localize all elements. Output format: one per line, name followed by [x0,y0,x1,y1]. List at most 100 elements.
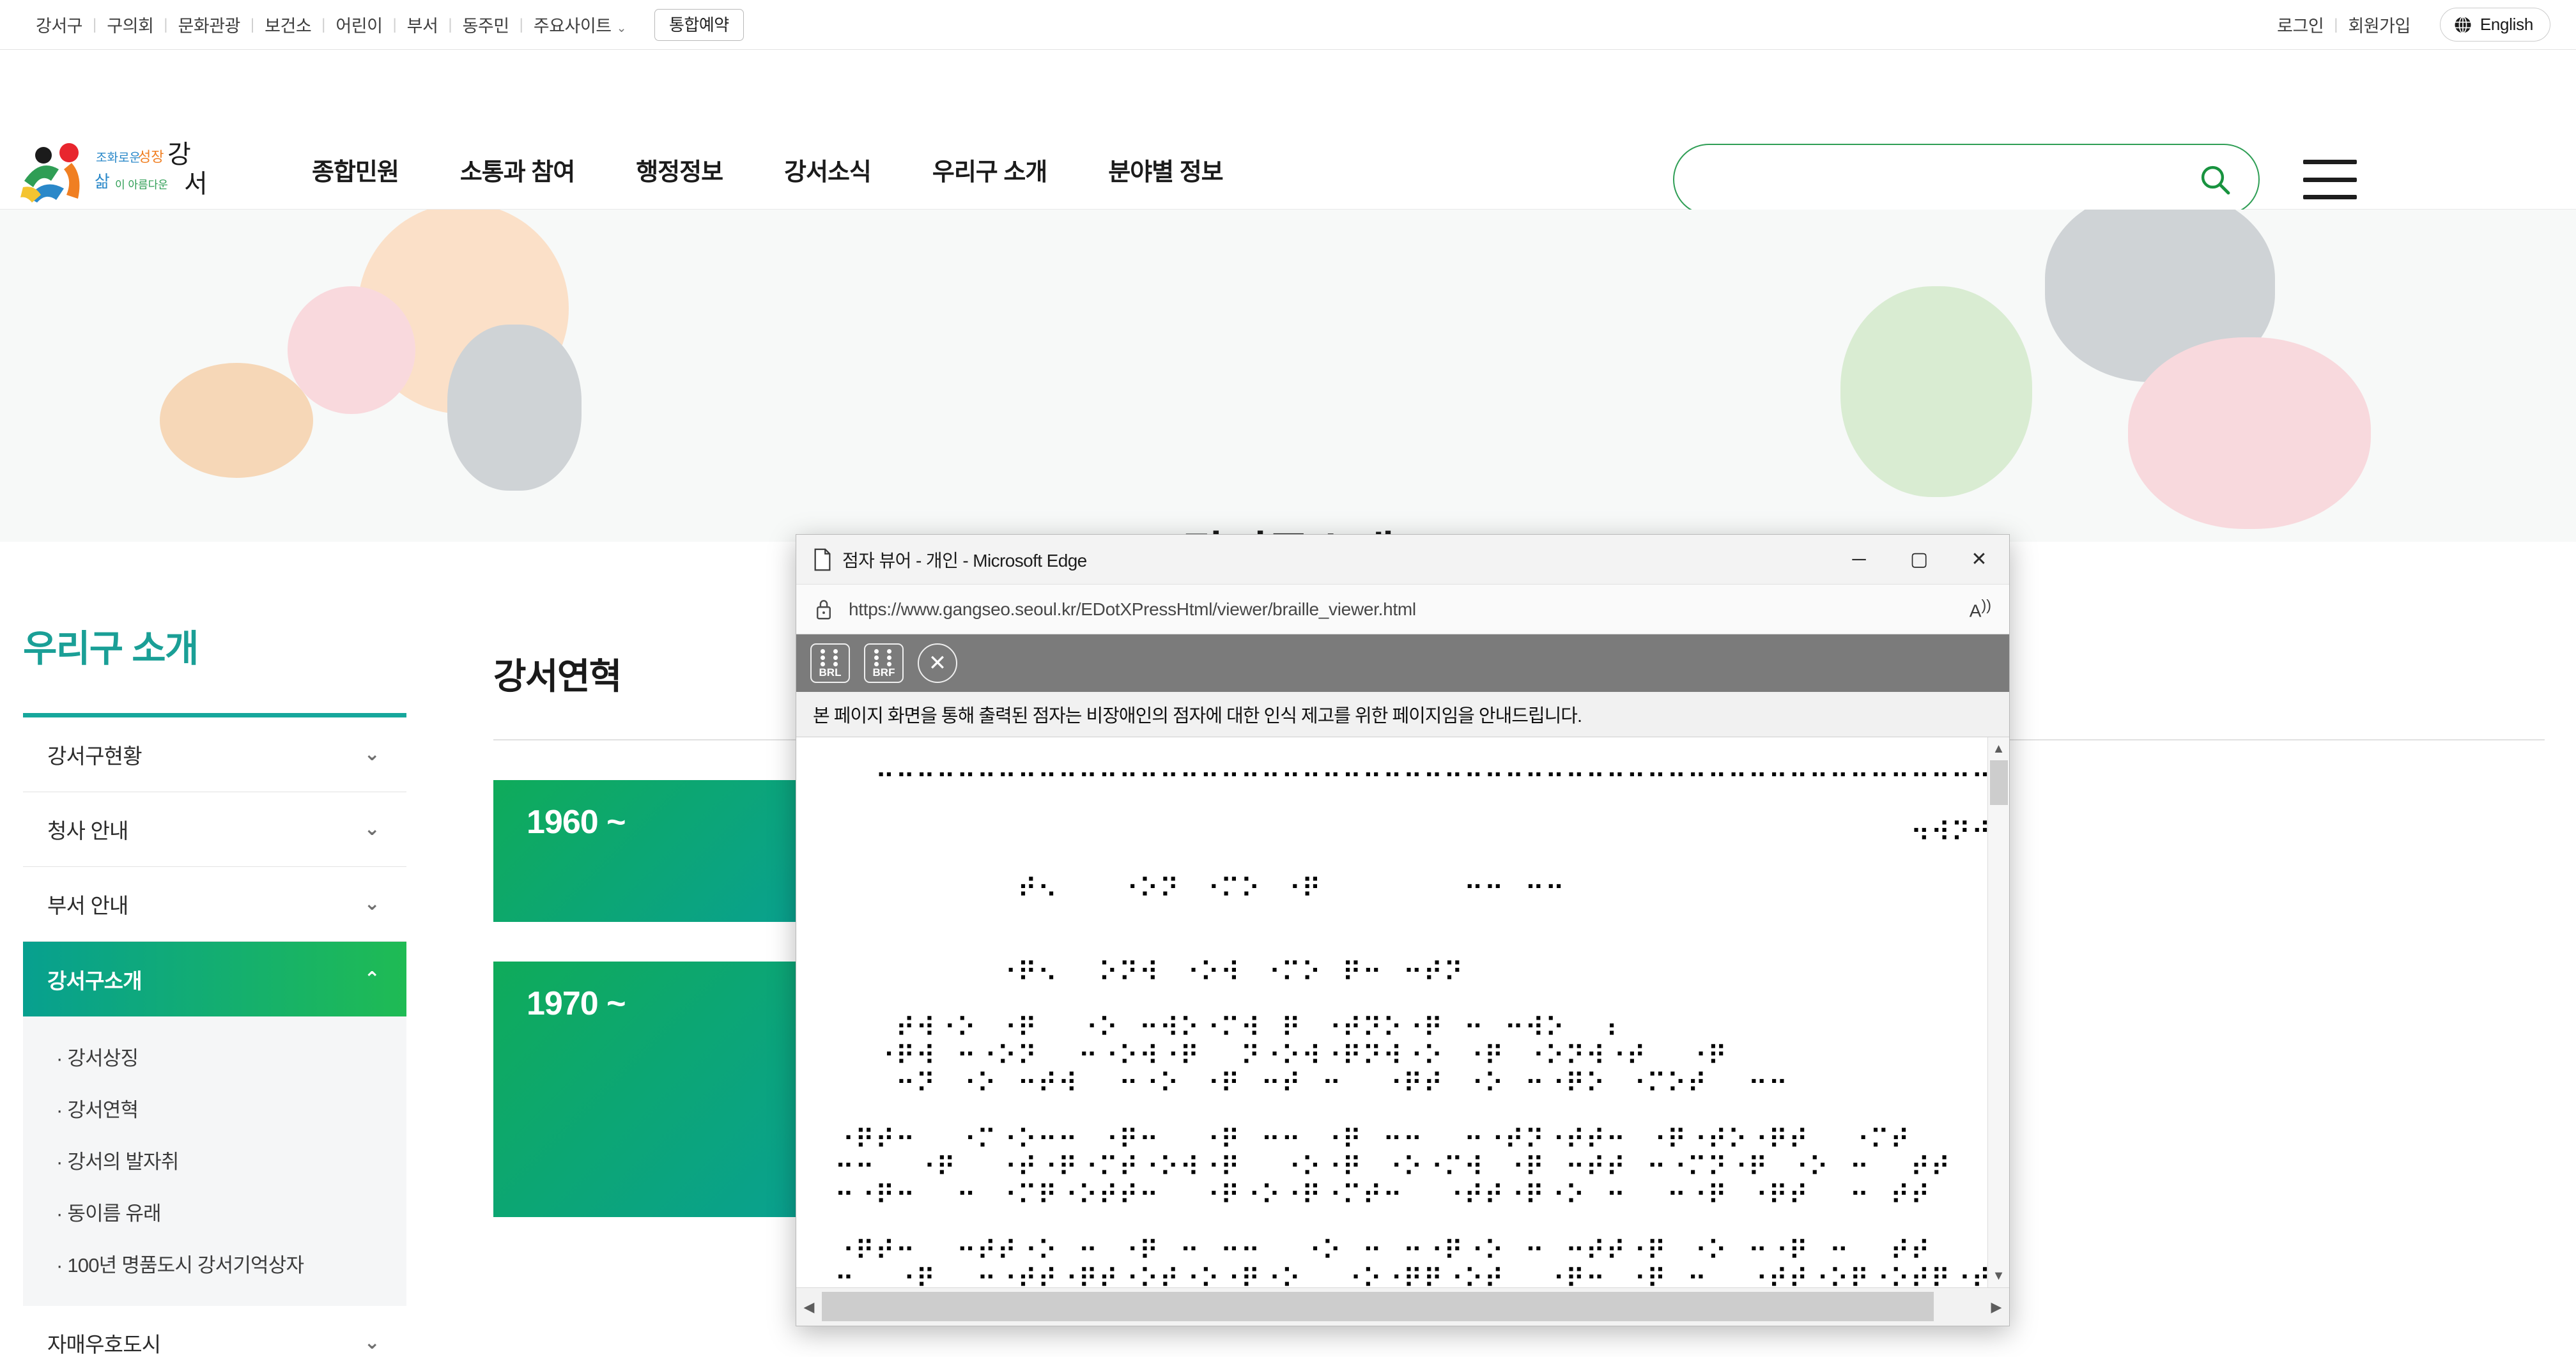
vertical-scroll-thumb[interactable] [1990,760,2008,805]
sidebar-item-label: 강서구현황 [47,744,143,768]
page-icon [814,548,831,571]
utility-link-culture[interactable]: 문화관광 [168,12,251,37]
address-bar[interactable]: https://www.gangseo.seoul.kr/EDotXPressH… [796,585,2009,634]
signup-link[interactable]: 회원가입 [2338,12,2420,37]
sidebar-item-label: 청사 안내 [47,819,128,843]
brl-export-button[interactable]: BRL [810,643,850,683]
site-logo[interactable]: 조화로운 성장 삶 이 아름다운 강 서 [19,136,217,206]
utility-link-health[interactable]: 보건소 [254,12,321,37]
nav-item-communication[interactable]: 소통과 참여 [429,152,605,187]
gangseo-logo-icon: 조화로운 성장 삶 이 아름다운 강 서 [20,141,208,203]
utility-link-department[interactable]: 부서 [397,12,449,37]
decor-blob [2128,337,2371,529]
vertical-scrollbar[interactable]: ▲ ▼ [1987,737,2009,1287]
svg-text:이 아름다운: 이 아름다운 [115,179,168,191]
search-input[interactable] [1700,168,2197,191]
nav-item-news[interactable]: 강서소식 [753,152,902,187]
horizontal-scroll-thumb[interactable] [822,1292,1934,1321]
scroll-right-button[interactable]: ▶ [1984,1299,2009,1315]
braille-content-stage: ⠀⠀⠒⠒⠒⠒⠒⠒⠒⠒⠒⠒⠒⠒⠒⠒⠒⠒⠒⠒⠒⠒⠒⠒⠒⠒⠒⠒⠒⠒⠒⠒⠒⠒⠒⠒⠒⠒⠒⠒… [796,737,2009,1287]
svg-text:조화로운: 조화로운 [96,151,141,165]
sidebar-subitem-label: 강서의 발자취 [67,1151,179,1173]
svg-text:삶: 삶 [95,172,110,191]
sidebar-item-label: 부서 안내 [47,894,128,917]
braille-viewer-notice: 본 페이지 화면을 통해 출력된 점자는 비장애인의 점자에 대한 인식 제고를… [796,692,2009,737]
nav-item-by-field[interactable]: 분야별 정보 [1077,152,1253,187]
sidebar-subitem-symbol[interactable]: · 강서상징 [23,1031,406,1082]
brf-export-button[interactable]: BRF [864,643,904,683]
utility-links: 강서구 | 구의회 | 문화관광 | 보건소 | 어린이 | 부서 | 동주민 … [26,8,744,41]
chevron-down-icon: ⌄ [364,1332,380,1353]
utility-link-children[interactable]: 어린이 [325,12,392,37]
sidebar-item-status[interactable]: 강서구현황 ⌄ [23,717,406,792]
brl-button-label: BRL [819,666,842,678]
lnb-divider [23,713,406,717]
brf-button-label: BRF [872,666,895,678]
notice-text: 본 페이지 화면을 통해 출력된 점자는 비장애인의 점자에 대한 인식 제고를… [813,706,1582,726]
left-navigation: 우리구 소개 강서구현황 ⌄ 청사 안내 ⌄ 부서 안내 ⌄ 강서구소개 ⌃ ·… [23,618,406,1357]
chevron-down-icon: ⌄ [616,22,627,35]
braille-dots-icon [821,648,840,666]
sidebar-subitem-memorybox[interactable]: · 100년 명품도시 강서기억상자 [23,1238,406,1289]
minimize-button[interactable]: ─ [1829,535,1889,585]
sidebar-item-departments[interactable]: 부서 안내 ⌄ [23,867,406,942]
braille-content: ⠀⠀⠒⠒⠒⠒⠒⠒⠒⠒⠒⠒⠒⠒⠒⠒⠒⠒⠒⠒⠒⠒⠒⠒⠒⠒⠒⠒⠒⠒⠒⠒⠒⠒⠒⠒⠒⠒⠒⠒… [835,761,1987,1287]
globe-icon [2455,16,2471,33]
window-title-text: 점자 뷰어 - 개인 - Microsoft Edge [842,550,1087,571]
nav-item-administration[interactable]: 행정정보 [605,152,753,187]
scroll-up-button[interactable]: ▲ [1988,737,2009,760]
lnb-title: 우리구 소개 [23,628,199,670]
maximize-button[interactable]: ▢ [1889,535,1949,585]
login-link[interactable]: 로그인 [2267,12,2334,37]
viewer-close-button[interactable]: ✕ [918,643,957,683]
close-button[interactable]: ✕ [1949,535,2009,585]
scroll-down-button[interactable]: ▼ [1988,1264,2009,1287]
timeline-year-badge: 1960 ~ [493,780,838,923]
site-header: 조화로운 성장 삶 이 아름다운 강 서 종합민원 소통과 참여 행정정보 강서… [0,50,2576,215]
search-box[interactable] [1673,144,2260,215]
utility-link-residents[interactable]: 동주민 [452,12,520,37]
sidebar-subitem-history[interactable]: · 강서연혁 [23,1082,406,1134]
sidebar-item-label: 강서구소개 [47,969,143,993]
horizontal-scrollbar[interactable]: ◀ ▶ [796,1287,2009,1326]
chevron-down-icon: ⌄ [364,744,380,765]
sidebar-subitem-label: 100년 명품도시 강서기억상자 [67,1254,304,1276]
sidebar-subitem-dongname[interactable]: · 동이름 유래 [23,1186,406,1238]
sidebar-submenu: · 강서상징 · 강서연혁 · 강서의 발자취 · 동이름 유래 · 100년 … [23,1016,406,1306]
hamburger-bar [2303,160,2357,164]
utility-link-gangseogu[interactable]: 강서구 [26,12,93,37]
lock-icon [817,599,831,619]
chevron-up-icon: ⌃ [364,968,380,990]
utility-link-mainsites-label: 주요사이트 [533,17,612,36]
read-aloud-icon[interactable]: A)) [1970,597,1991,621]
sidebar-item-intro[interactable]: 강서구소개 ⌃ [23,942,406,1016]
search-icon[interactable] [2197,162,2233,197]
svg-text:강: 강 [167,141,191,169]
utility-link-council[interactable]: 구의회 [96,12,164,37]
decor-blob [288,286,415,414]
timeline-year-badge: 1970 ~ [493,962,838,1218]
integrated-reservation-button[interactable]: 통합예약 [654,8,744,41]
hamburger-bar [2303,195,2357,199]
scroll-left-button[interactable]: ◀ [796,1299,822,1315]
nav-item-about-us[interactable]: 우리구 소개 [902,152,1077,187]
menu-toggle-button[interactable] [2303,160,2357,199]
sidebar-subitem-label: 강서연혁 [67,1099,139,1121]
window-title-bar[interactable]: 점자 뷰어 - 개인 - Microsoft Edge ─ ▢ ✕ [796,535,2009,585]
utility-link-mainsites[interactable]: 주요사이트 ⌄ [523,12,636,37]
decor-blob [447,325,582,491]
page-root: 강서구 | 구의회 | 문화관광 | 보건소 | 어린이 | 부서 | 동주민 … [0,0,2576,1357]
utility-bar: 강서구 | 구의회 | 문화관광 | 보건소 | 어린이 | 부서 | 동주민 … [0,0,2576,50]
sidebar-item-sister-cities[interactable]: 자매우호도시 ⌄ [23,1306,406,1357]
sidebar-item-office[interactable]: 청사 안내 ⌄ [23,792,406,867]
page-hero: 강서구소개 ▸ 우리구 소개 ▸ 강서구소개 ▸ 강서연혁 [0,210,2576,542]
language-button[interactable]: English [2439,8,2550,42]
window-controls: ─ ▢ ✕ [1829,535,2009,585]
sidebar-subitem-label: 강서상징 [67,1047,139,1070]
main-navigation: 종합민원 소통과 참여 행정정보 강서소식 우리구 소개 분야별 정보 [281,152,1254,187]
chevron-down-icon: ⌄ [364,893,380,914]
sidebar-subitem-footsteps[interactable]: · 강서의 발자취 [23,1134,406,1186]
svg-text:서: 서 [184,170,208,198]
braille-dots-icon [874,648,893,666]
nav-item-civil-affairs[interactable]: 종합민원 [281,152,429,187]
